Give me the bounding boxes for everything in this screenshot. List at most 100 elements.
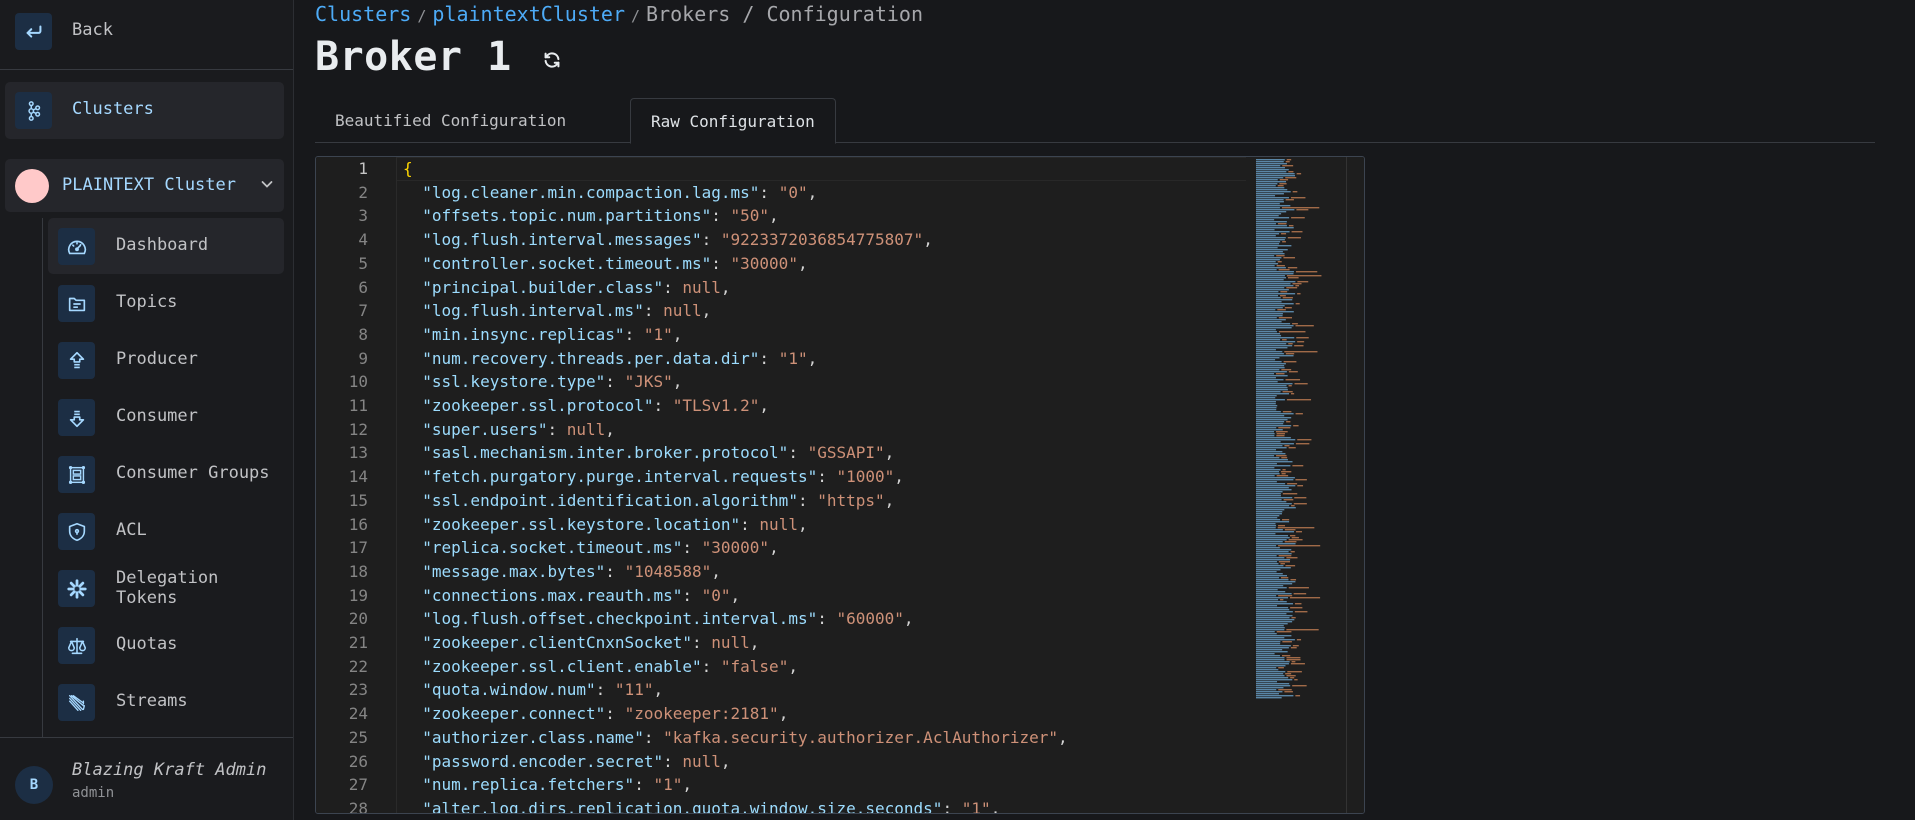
minimap-value-mark: [1290, 597, 1321, 599]
minimap-value-mark: [1278, 317, 1293, 319]
minimap-key-mark: [1256, 331, 1277, 333]
minimap-key-mark: [1256, 625, 1284, 627]
back-button[interactable]: Back: [0, 0, 293, 70]
minimap-value-mark: [1284, 307, 1292, 309]
minimap-key-mark: [1256, 279, 1284, 281]
code-editor[interactable]: 1 2 3 4 5 6 7 8 9 10 11 12 13 14 15 16 17 18 19 20 21 22 23 24 2…: [315, 156, 1365, 814]
sidebar-item-producer[interactable]: Producer: [48, 332, 284, 388]
minimap-key-mark: [1256, 171, 1287, 173]
minimap-key-mark: [1256, 549, 1292, 551]
scale-icon: [58, 627, 95, 664]
nav-label: Topics: [116, 292, 178, 312]
minimap-key-mark: [1256, 351, 1283, 353]
minimap[interactable]: [1246, 157, 1346, 813]
minimap-value-mark: [1291, 617, 1296, 619]
main-content: Clusters / plaintextCluster / Brokers / …: [295, 0, 1915, 820]
sidebar-item-topics[interactable]: Topics: [48, 275, 284, 331]
minimap-key-mark: [1256, 185, 1276, 187]
minimap-value-mark: [1284, 529, 1296, 531]
minimap-value-mark: [1278, 331, 1306, 333]
json-key: "connections.max.reauth.ms": [422, 585, 683, 605]
minimap-key-mark: [1256, 317, 1277, 319]
sidebar-item-consumer[interactable]: Consumer: [48, 389, 284, 445]
sidebar-item-consumer-groups[interactable]: Consumer Groups: [48, 446, 284, 502]
minimap-key-mark: [1256, 235, 1276, 237]
code-line: "ssl.endpoint.identification.algorithm":…: [403, 489, 894, 513]
minimap-key-mark: [1256, 417, 1292, 419]
user-menu[interactable]: B Blazing Kraft Admin admin: [0, 737, 293, 820]
minimap-key-mark: [1256, 675, 1285, 677]
sidebar-item-acl[interactable]: ACL: [48, 503, 284, 559]
minimap-value-mark: [1280, 291, 1288, 293]
tab-beautified-configuration[interactable]: Beautified Configuration: [315, 98, 586, 143]
colon: :: [547, 419, 567, 439]
minimap-value-mark: [1284, 691, 1293, 693]
minimap-key-mark: [1256, 587, 1287, 589]
minimap-value-mark: [1278, 427, 1291, 429]
code-area[interactable]: { "log.cleaner.min.compaction.lag.ms": "…: [396, 157, 1256, 813]
minimap-key-mark: [1256, 547, 1280, 549]
breadcrumb-clusters-link[interactable]: Clusters: [315, 2, 411, 26]
comma: ,: [807, 182, 818, 202]
minimap-value-mark: [1297, 485, 1304, 487]
minimap-key-mark: [1256, 623, 1288, 625]
vertical-scrollbar[interactable]: [1346, 157, 1364, 813]
minimap-key-mark: [1256, 379, 1284, 381]
minimap-key-mark: [1256, 219, 1275, 221]
json-value: "50": [730, 206, 770, 226]
sidebar-item-clusters[interactable]: Clusters: [5, 82, 284, 139]
colon: :: [682, 538, 702, 558]
minimap-key-mark: [1256, 401, 1276, 403]
sidebar-item-streams[interactable]: Streams: [48, 674, 284, 730]
sidebar-item-quotas[interactable]: Quotas: [48, 617, 284, 673]
minimap-key-mark: [1256, 179, 1278, 181]
sidebar-item-dashboard[interactable]: Dashboard: [48, 218, 284, 274]
colon: :: [643, 727, 664, 747]
minimap-key-mark: [1256, 213, 1282, 215]
minimap-key-mark: [1256, 269, 1277, 271]
minimap-value-mark: [1283, 361, 1297, 363]
minimap-key-mark: [1256, 335, 1282, 337]
minimap-value-mark: [1291, 231, 1303, 233]
json-key: "replica.socket.timeout.ms": [422, 538, 683, 558]
line-number: 26: [348, 751, 368, 771]
minimap-value-mark: [1287, 277, 1299, 279]
minimap-key-mark: [1256, 319, 1286, 321]
minimap-key-mark: [1256, 509, 1285, 511]
minimap-value-mark: [1281, 577, 1289, 579]
minimap-key-mark: [1256, 679, 1293, 681]
minimap-key-mark: [1256, 343, 1287, 345]
code-line: {: [403, 157, 413, 181]
refresh-icon[interactable]: [541, 49, 563, 71]
minimap-value-mark: [1297, 439, 1312, 441]
minimap-key-mark: [1256, 365, 1285, 367]
sidebar-item-delegation-tokens[interactable]: Delegation Tokens: [48, 560, 284, 616]
breadcrumb-cluster-link[interactable]: plaintextCluster: [432, 2, 625, 26]
minimap-value-mark: [1276, 475, 1289, 477]
minimap-value-mark: [1292, 685, 1307, 687]
minimap-value-mark: [1295, 695, 1301, 697]
minimap-key-mark: [1256, 669, 1279, 671]
minimap-value-mark: [1294, 383, 1308, 385]
minimap-key-mark: [1256, 503, 1292, 505]
cluster-selector[interactable]: PLAINTEXT Cluster: [5, 159, 284, 212]
json-key: "min.insync.replicas": [422, 324, 625, 344]
colon: :: [711, 206, 731, 226]
minimap-key-mark: [1256, 577, 1280, 579]
json-key: "sasl.mechanism.inter.broker.protocol": [422, 443, 789, 463]
tab-raw-configuration[interactable]: Raw Configuration: [630, 98, 836, 144]
minimap-value-mark: [1294, 497, 1307, 499]
minimap-key-mark: [1256, 683, 1290, 685]
minimap-key-mark: [1256, 583, 1293, 585]
minimap-value-mark: [1296, 337, 1309, 339]
colon: :: [605, 372, 625, 392]
minimap-value-mark: [1276, 435, 1285, 437]
json-value: "JKS": [624, 372, 673, 392]
minimap-value-mark: [1297, 293, 1301, 295]
minimap-key-mark: [1256, 327, 1292, 329]
